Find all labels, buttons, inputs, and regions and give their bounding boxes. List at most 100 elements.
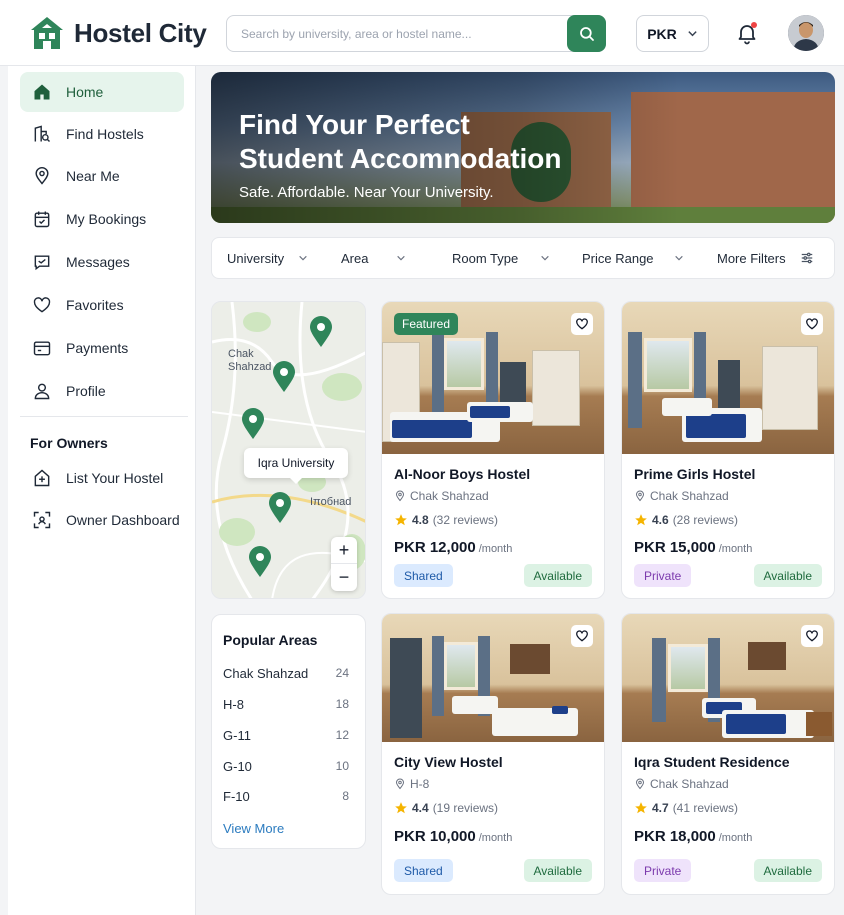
hostel-card[interactable]: Iqra Student Residence Chak Shahzad 4.7 …: [621, 613, 835, 895]
availability-badge: Available: [753, 859, 822, 882]
sidebar-item-label: Favorites: [66, 297, 124, 313]
popular-areas-title: Popular Areas: [223, 632, 318, 648]
notifications-button[interactable]: [735, 21, 759, 45]
hero-subtitle: Safe. Affordable. Near Your University.: [239, 184, 494, 201]
sidebar-item-payments[interactable]: Payments: [20, 328, 184, 368]
zoom-in-button[interactable]: +: [331, 537, 357, 564]
hostel-name: Prime Girls Hostel: [634, 466, 756, 482]
map-pin-icon[interactable]: [248, 546, 272, 578]
heart-icon: [806, 630, 818, 642]
filter-room-type[interactable]: Room Type: [452, 238, 550, 278]
chevron-down-icon: [541, 255, 549, 261]
popular-area-row[interactable]: G-10 10: [223, 759, 349, 774]
availability-badge: Available: [523, 564, 592, 587]
notification-dot: [751, 22, 757, 28]
chat-icon: [34, 255, 50, 271]
price-value: PKR 10,000: [394, 828, 476, 845]
sidebar-item-owner-dashboard[interactable]: Owner Dashboard: [20, 500, 184, 540]
filter-label: Room Type: [452, 250, 519, 266]
sidebar-item-messages[interactable]: Messages: [20, 242, 184, 282]
area-count: 10: [335, 759, 349, 773]
currency-label: PKR: [647, 25, 677, 42]
map-pin-icon[interactable]: [309, 316, 333, 348]
price-period: /month: [718, 832, 753, 844]
sidebar-item-favorites[interactable]: Favorites: [20, 285, 184, 325]
hostel-card[interactable]: Prime Girls Hostel Chak Shahzad 4.6 (28 …: [621, 301, 835, 599]
area-count: 24: [335, 666, 349, 680]
rating-value: 4.6: [652, 513, 669, 527]
search-icon: [579, 26, 594, 41]
currency-selector[interactable]: PKR: [636, 15, 709, 52]
heart-icon: [806, 318, 818, 330]
wallet-icon: [33, 341, 51, 356]
hostel-card[interactable]: City View Hostel H-8 4.4 (19 reviews) PK…: [381, 613, 605, 895]
rating-reviews: (41 reviews): [672, 801, 739, 815]
sidebar-item-home[interactable]: Home: [20, 72, 184, 112]
map-tooltip[interactable]: Iqra University: [244, 448, 348, 484]
price-period: /month: [478, 543, 513, 555]
building-plus-icon: [34, 469, 50, 487]
photo-curtain: [628, 332, 642, 428]
popular-area-row[interactable]: F-10 8: [223, 789, 349, 804]
map-area-label-2: Iπoбнad: [310, 496, 352, 508]
filter-label: University: [227, 250, 285, 266]
favorite-button[interactable]: [801, 625, 823, 647]
price-period: /month: [718, 543, 753, 555]
availability-badge: Available: [523, 859, 592, 882]
sidebar-item-find-hostels[interactable]: Find Hostels: [20, 114, 184, 154]
photo-window: [444, 338, 484, 390]
filter-more-filters[interactable]: More Filters: [717, 238, 814, 278]
photo-pillow: [552, 706, 568, 714]
favorite-button[interactable]: [801, 313, 823, 335]
map-pin-icon[interactable]: [241, 408, 265, 440]
popular-area-row[interactable]: H-8 18: [223, 697, 349, 712]
filter-university[interactable]: University: [227, 238, 308, 278]
avatar[interactable]: [788, 15, 824, 51]
hero-title: Find Your Perfect Student Accomnodation: [239, 108, 659, 176]
sidebar-item-profile[interactable]: Profile: [20, 371, 184, 411]
popular-area-row[interactable]: G-11 12: [223, 728, 349, 743]
favorite-button[interactable]: [571, 625, 593, 647]
chevron-down-icon: [299, 255, 307, 261]
filter-label: Area: [341, 250, 369, 266]
photo-blanket: [726, 714, 786, 734]
hostel-price: PKR 10,000/month: [394, 828, 512, 845]
chevron-down-icon: [397, 255, 406, 261]
map-zoom-controls: + −: [331, 537, 357, 591]
map-pin-icon[interactable]: [268, 492, 292, 524]
zoom-out-button[interactable]: −: [331, 564, 357, 591]
map-area-label: Chak Shahzad: [228, 348, 271, 374]
area-name: H-8: [223, 697, 244, 712]
chevron-down-icon: [688, 31, 697, 37]
hero-banner: Find Your Perfect Student Accomnodation …: [211, 72, 835, 223]
top-header: Hostel City PKR: [0, 0, 844, 66]
search-button[interactable]: [567, 15, 606, 52]
rating-value: 4.8: [412, 513, 429, 527]
filter-area[interactable]: Area: [341, 238, 406, 278]
sidebar-item-near-me[interactable]: Near Me: [20, 156, 184, 196]
hostel-location-text: Chak Shahzad: [650, 777, 729, 791]
sidebar-item-list-your-hostel[interactable]: List Your Hostel: [20, 458, 184, 498]
sidebar-item-label: List Your Hostel: [66, 470, 164, 486]
view-more-link[interactable]: View More: [223, 821, 284, 836]
hostel-card[interactable]: Featured Al-Noor Boys Hostel Chak Shahza…: [381, 301, 605, 599]
area-name: Chak Shahzad: [223, 666, 309, 681]
map-view[interactable]: Chak Shahzad Iπoбнad Iqra University + −: [211, 301, 366, 599]
user-icon: [34, 383, 50, 400]
sidebar-item-my-bookings[interactable]: My Bookings: [20, 199, 184, 239]
hostel-location-text: H-8: [410, 777, 430, 791]
search-input[interactable]: [227, 16, 565, 51]
area-count: 8: [342, 789, 349, 803]
map-pin-icon[interactable]: [272, 361, 296, 393]
sidebar-item-label: My Bookings: [66, 211, 147, 227]
map-pin-icon: [635, 490, 645, 502]
brand-logo[interactable]: Hostel City: [28, 14, 207, 52]
popular-area-row[interactable]: Chak Shahzad 24: [223, 666, 349, 681]
photo-blanket: [392, 420, 472, 438]
hostel-price: PKR 15,000/month: [634, 539, 752, 556]
filter-price-range[interactable]: Price Range: [582, 238, 684, 278]
map-area-label-line-2: Shahzad: [228, 361, 272, 373]
star-icon: [635, 802, 647, 814]
sidebar-divider: [20, 416, 188, 417]
favorite-button[interactable]: [571, 313, 593, 335]
